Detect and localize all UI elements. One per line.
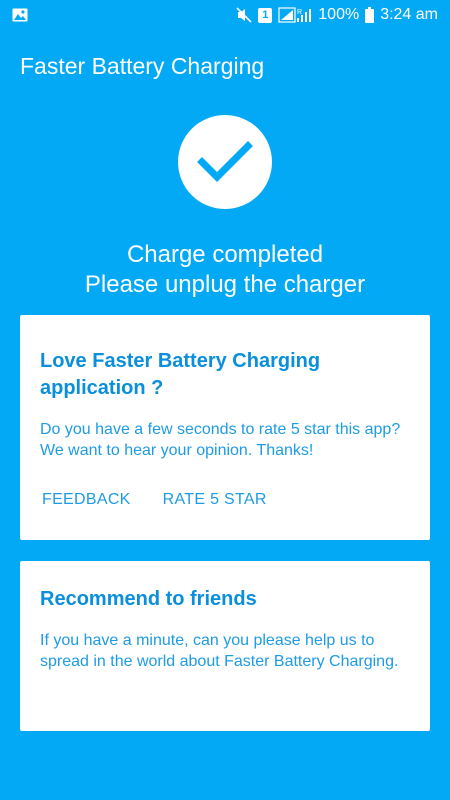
battery-percent: 100% <box>318 6 360 23</box>
rate-card-body: Do you have a few seconds to rate 5 star… <box>40 421 401 459</box>
unplug-instruction-line: Please unplug the charger <box>84 271 366 298</box>
rate-card-actions: FEEDBACK RATE 5 STAR <box>42 491 410 509</box>
app-title: Faster Battery Charging <box>20 53 265 79</box>
recommend-card-body: If you have a minute, can you please hel… <box>40 632 399 670</box>
checkmark-icon <box>197 140 253 184</box>
rate-card: Love Faster Battery Charging application… <box>20 315 430 540</box>
clock: 3:24 am <box>380 6 438 23</box>
charge-status-line: Charge completed <box>126 241 324 268</box>
image-icon <box>12 8 28 22</box>
sim-icon: 1 <box>258 7 273 23</box>
charge-message: Charge completed Please unplug the charg… <box>0 240 450 300</box>
rate-card-title: Love Faster Battery Charging application… <box>40 350 321 399</box>
feedback-button[interactable]: FEEDBACK <box>42 491 131 509</box>
status-circle <box>178 115 272 209</box>
recommend-card[interactable]: Recommend to friends If you have a minut… <box>20 561 430 731</box>
svg-text:R: R <box>297 9 302 16</box>
mute-icon <box>236 7 252 23</box>
rate-5-star-button[interactable]: RATE 5 STAR <box>163 491 267 509</box>
status-bar: 1 R 100% 3:24 am <box>0 0 450 30</box>
signal-icon: R <box>278 7 312 23</box>
battery-icon <box>365 7 375 23</box>
recommend-card-title: Recommend to friends <box>40 588 257 610</box>
